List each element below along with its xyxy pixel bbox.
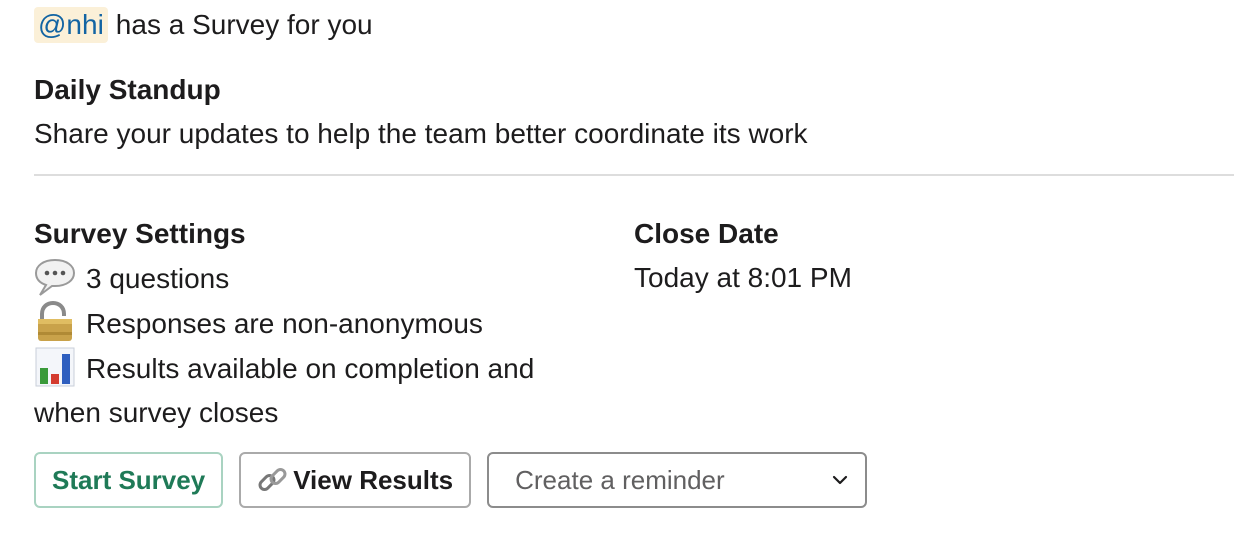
reminder-select[interactable]: Create a reminder bbox=[487, 452, 868, 508]
link-icon bbox=[258, 468, 287, 491]
view-results-button[interactable]: View Results bbox=[239, 452, 472, 508]
view-results-label: View Results bbox=[293, 464, 454, 495]
close-date-label: Close Date bbox=[634, 218, 779, 249]
padlock-icon bbox=[38, 301, 72, 341]
bar-chart-icon bbox=[35, 347, 75, 387]
message-header: @nhi has a Survey for you bbox=[34, 5, 373, 45]
user-mention[interactable]: @nhi bbox=[34, 7, 108, 43]
survey-settings-label: Survey Settings bbox=[34, 218, 246, 249]
start-survey-label: Start Survey bbox=[52, 464, 206, 495]
settings-item-text: Results available on completion and when… bbox=[34, 353, 535, 428]
header-text: has a Survey for you bbox=[115, 9, 373, 40]
settings-item-text: Responses are non-anonymous bbox=[86, 308, 483, 339]
settings-item-results: Results available on completion and when… bbox=[34, 346, 574, 435]
reminder-placeholder: Create a reminder bbox=[515, 464, 725, 495]
close-date: Close Date Today at 8:01 PM bbox=[634, 212, 852, 300]
settings-item-anonymity: Responses are non-anonymous bbox=[34, 301, 574, 346]
survey-description: Share your updates to help the team bett… bbox=[34, 118, 808, 149]
chevron-down-icon bbox=[833, 475, 848, 485]
start-survey-button[interactable]: Start Survey bbox=[34, 452, 224, 508]
close-date-value: Today at 8:01 PM bbox=[634, 262, 852, 293]
survey-title: Daily Standup bbox=[34, 74, 221, 105]
action-buttons: Start Survey View Results Create a remin… bbox=[34, 452, 868, 508]
divider bbox=[34, 174, 1234, 176]
speech-bubble-icon bbox=[34, 258, 76, 296]
survey-settings: Survey Settings 3 questions Responses ar… bbox=[34, 212, 574, 435]
settings-item-text: 3 questions bbox=[86, 263, 230, 294]
settings-item-questions: 3 questions bbox=[34, 256, 574, 301]
